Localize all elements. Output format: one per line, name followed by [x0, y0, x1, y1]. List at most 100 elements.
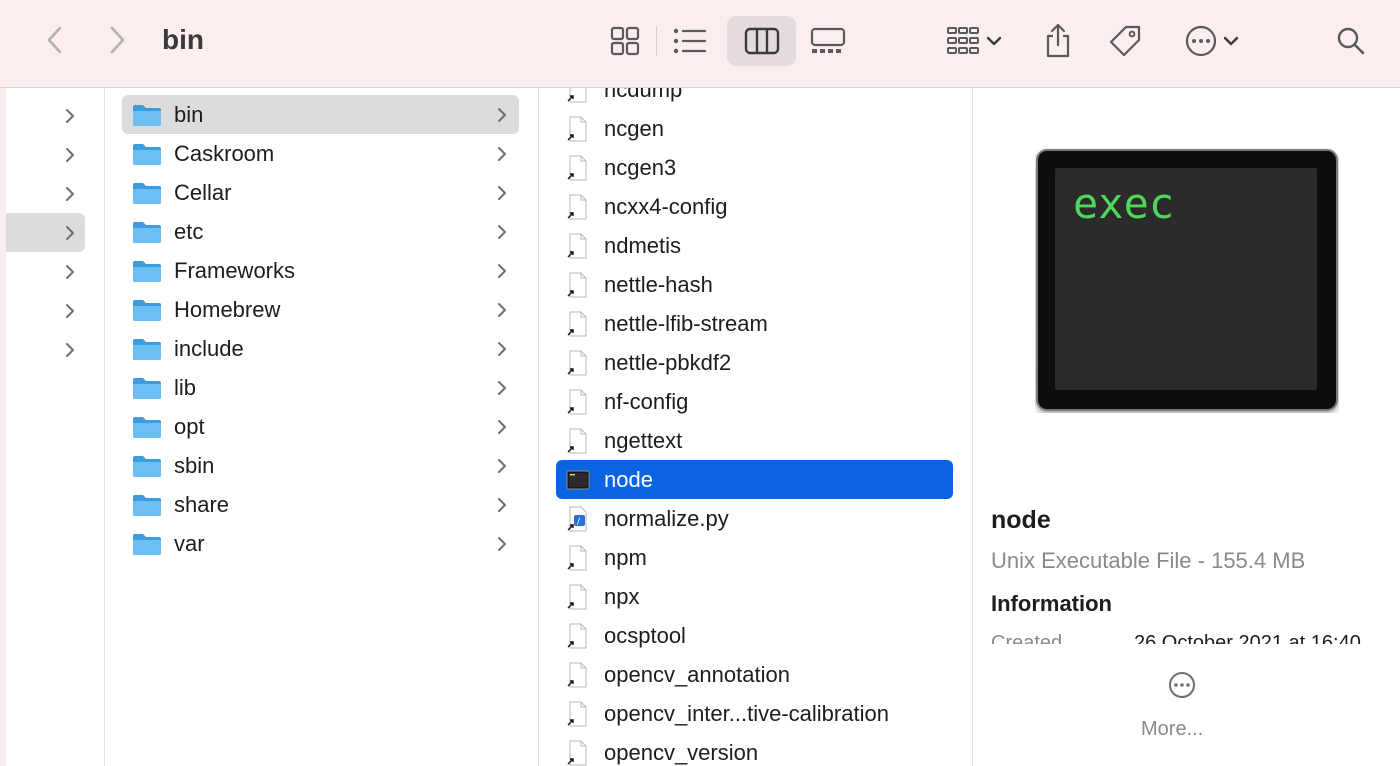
folder-item[interactable]: var: [122, 524, 519, 563]
file-item[interactable]: ncdump: [556, 88, 953, 109]
columns-icon: [744, 27, 779, 55]
group-button[interactable]: [938, 18, 1010, 64]
group-icon: [947, 27, 979, 54]
ellipsis-circle-icon: [1169, 672, 1195, 698]
folder-item[interactable]: bin: [122, 95, 519, 134]
actions-button[interactable]: [1176, 18, 1248, 64]
icon-view-button[interactable]: [600, 18, 650, 64]
folder-item[interactable]: sbin: [122, 446, 519, 485]
list-view-button[interactable]: [665, 18, 715, 64]
terminal-exec-icon: exec: [1035, 148, 1339, 413]
folder-item[interactable]: Homebrew: [122, 290, 519, 329]
folder-item[interactable]: Caskroom: [122, 134, 519, 173]
file-name: ncxx4-config: [604, 193, 728, 219]
file-name: nettle-pbkdf2: [604, 349, 732, 375]
file-item[interactable]: opencv_inter...tive-calibration: [556, 694, 953, 733]
folder-item[interactable]: opt: [122, 407, 519, 446]
folder-icon: [133, 299, 161, 321]
file-name: ncdump: [604, 88, 683, 102]
folder-item[interactable]: Cellar: [122, 173, 519, 212]
file-item[interactable]: opencv_version: [556, 733, 953, 766]
folder-item[interactable]: lib: [122, 368, 519, 407]
more-button[interactable]: [1168, 671, 1196, 704]
folder-icon: [133, 260, 161, 282]
parent-column-item[interactable]: [6, 135, 85, 174]
folder-name: opt: [174, 413, 205, 439]
folder-name: Frameworks: [174, 257, 296, 283]
chevron-right-icon: [66, 147, 74, 162]
folder-name: Homebrew: [174, 296, 281, 322]
file-item[interactable]: nettle-lfib-stream: [556, 304, 953, 343]
tag-icon: [1109, 25, 1141, 57]
folder-item[interactable]: Frameworks: [122, 251, 519, 290]
parent-column: [0, 88, 105, 766]
file-item[interactable]: ngettext: [556, 421, 953, 460]
folder-icon: [133, 494, 161, 516]
folder-name: Caskroom: [174, 140, 275, 166]
chevron-right-icon: [498, 419, 506, 434]
preview-pane: exec node Unix Executable File - 155.4 M…: [973, 88, 1400, 766]
preview-file-kind: Unix Executable File - 155.4 MB: [991, 548, 1306, 573]
alias-file-icon: [567, 116, 587, 141]
parent-column-item[interactable]: [6, 252, 85, 291]
folder-icon: [133, 143, 161, 165]
folder-name: bin: [174, 101, 204, 127]
folder-icon: [133, 533, 161, 555]
tag-button[interactable]: [1103, 18, 1147, 64]
more-label[interactable]: More...: [1141, 718, 1203, 741]
file-item[interactable]: ndmetis: [556, 226, 953, 265]
chevron-right-icon: [498, 224, 506, 239]
alias-file-icon: [567, 701, 587, 726]
file-item[interactable]: nf-config: [556, 382, 953, 421]
forward-icon: [110, 26, 125, 54]
search-icon: [1337, 27, 1365, 55]
folder-item[interactable]: share: [122, 485, 519, 524]
created-value: 26 October 2021 at 16:40: [1134, 632, 1361, 644]
file-column: ncdump ncgen ncgen3 ncxx4-config ndmetis nett…: [539, 88, 973, 766]
file-item[interactable]: ncgen3: [556, 148, 953, 187]
file-item[interactable]: / normalize.py: [556, 499, 953, 538]
file-name: nf-config: [604, 388, 689, 414]
share-button[interactable]: [1036, 18, 1080, 64]
more-actions-icon: [1185, 25, 1217, 57]
file-item[interactable]: ncxx4-config: [556, 187, 953, 226]
file-item[interactable]: nettle-hash: [556, 265, 953, 304]
file-item[interactable]: opencv_annotation: [556, 655, 953, 694]
file-item[interactable]: npm: [556, 538, 953, 577]
file-name: npx: [604, 583, 640, 609]
alias-file-icon: [567, 389, 587, 414]
parent-column-item[interactable]: [6, 330, 85, 369]
parent-column-item[interactable]: [6, 213, 85, 252]
file-name: opencv_version: [604, 739, 759, 765]
alias-file-icon: [567, 545, 587, 570]
file-item[interactable]: npx: [556, 577, 953, 616]
folder-icon: [133, 455, 161, 477]
back-button[interactable]: [38, 22, 72, 58]
gallery-icon: [810, 27, 846, 53]
folder-name: var: [174, 530, 205, 556]
search-button[interactable]: [1330, 20, 1372, 62]
folder-item[interactable]: include: [122, 329, 519, 368]
preview-file-name: node: [991, 506, 1051, 534]
file-item[interactable]: ocsptool: [556, 616, 953, 655]
chevron-right-icon: [66, 186, 74, 201]
column-view-button[interactable]: [727, 16, 796, 66]
file-item[interactable]: node: [556, 460, 953, 499]
gallery-view-button[interactable]: [803, 18, 853, 64]
parent-column-item[interactable]: [6, 291, 85, 330]
alias-file-icon: [567, 272, 587, 297]
file-name: ocsptool: [604, 622, 686, 648]
file-item[interactable]: nettle-pbkdf2: [556, 343, 953, 382]
chevron-right-icon: [498, 302, 506, 317]
file-name: ncgen: [604, 115, 664, 141]
chevron-right-icon: [66, 342, 74, 357]
folder-name: Cellar: [174, 179, 232, 205]
forward-button[interactable]: [100, 22, 134, 58]
chevron-right-icon: [498, 380, 506, 395]
parent-column-item[interactable]: [6, 96, 85, 135]
folder-item[interactable]: etc: [122, 212, 519, 251]
folder-icon: [133, 182, 161, 204]
file-item[interactable]: ncgen: [556, 109, 953, 148]
chevron-right-icon: [498, 458, 506, 473]
parent-column-item[interactable]: [6, 174, 85, 213]
